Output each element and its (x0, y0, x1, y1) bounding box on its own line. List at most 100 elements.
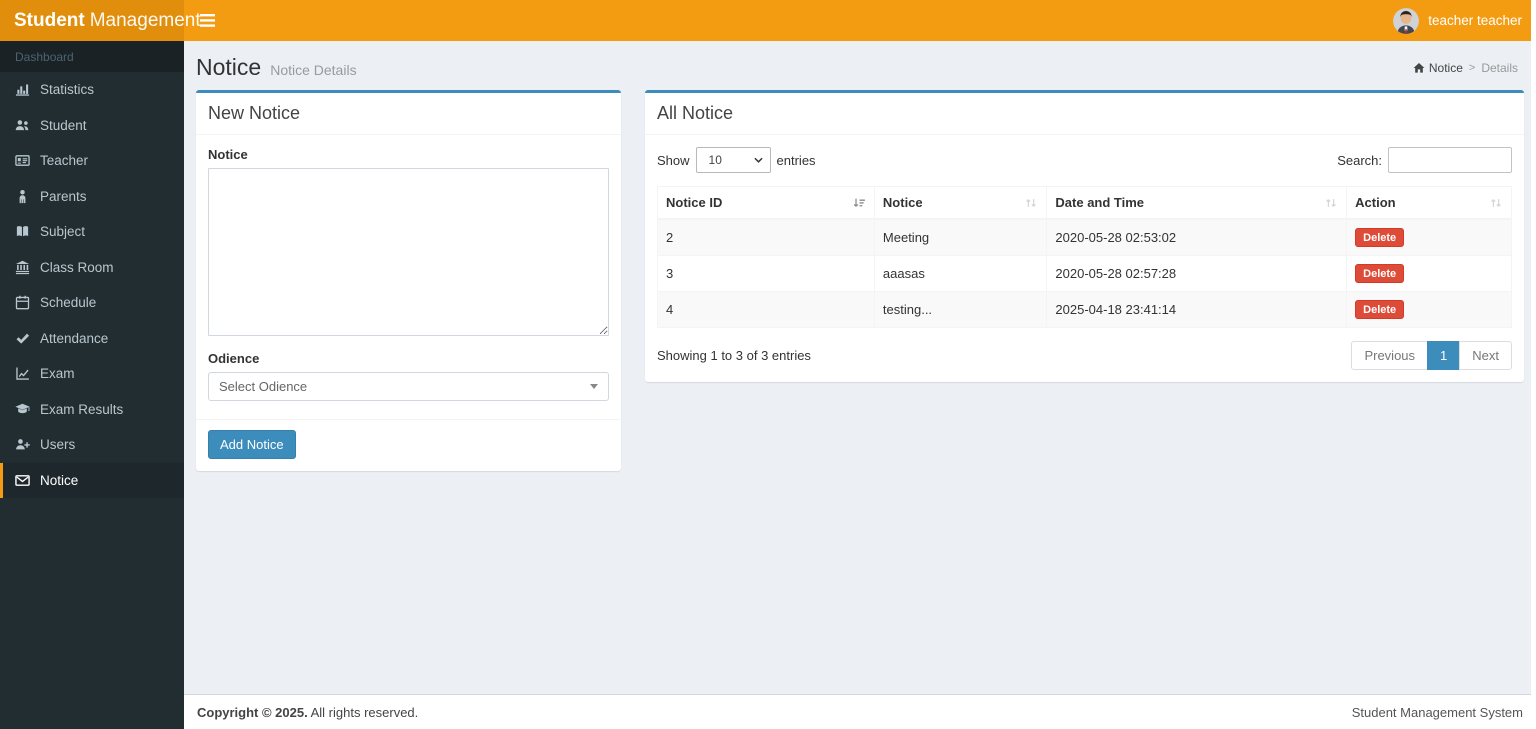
sidebar-menu: Statistics Student Teacher Parents Subje… (0, 72, 184, 498)
brand-logo[interactable]: Student Management (0, 0, 201, 41)
sidebar-item-attendance[interactable]: Attendance (0, 321, 184, 357)
delete-button[interactable]: Delete (1355, 264, 1405, 283)
cell-notice-id: 3 (657, 255, 875, 292)
breadcrumb-section-link[interactable]: Notice (1413, 61, 1463, 75)
cell-datetime: 2025-04-18 23:41:14 (1046, 291, 1348, 328)
delete-button[interactable]: Delete (1355, 300, 1405, 319)
hamburger-icon (200, 14, 215, 27)
cell-action: Delete (1346, 255, 1512, 292)
id-card-icon (15, 155, 30, 167)
breadcrumb: Notice > Details (1413, 61, 1518, 75)
page-subtitle: Notice Details (270, 62, 357, 78)
notice-field-label: Notice (208, 147, 248, 162)
user-name: teacher teacher (1428, 13, 1522, 28)
cell-notice: Meeting (873, 218, 1048, 256)
sidebar-item-exam-results[interactable]: Exam Results (0, 392, 184, 428)
new-notice-card: New Notice Notice Odience Select Odience… (196, 90, 621, 471)
sidebar-item-teacher[interactable]: Teacher (0, 143, 184, 179)
sidebar-section-header: Dashboard (0, 41, 184, 72)
notice-textarea[interactable] (208, 168, 609, 336)
chevron-down-icon (590, 384, 598, 389)
navbar: teacher teacher (184, 0, 1536, 41)
sidebar-item-subject[interactable]: Subject (0, 214, 184, 250)
copyright-bold: Copyright © 2025. (197, 704, 308, 720)
copyright: Copyright © 2025. All rights reserved. (197, 705, 418, 720)
pagination-previous[interactable]: Previous (1351, 341, 1429, 370)
sidebar-item-label: Attendance (40, 330, 109, 346)
sidebar-item-label: Teacher (40, 153, 89, 169)
cell-notice-id: 4 (657, 291, 875, 328)
table-header-row: Notice ID Notice Date and Time Action (657, 186, 1512, 220)
calendar-icon (15, 296, 30, 310)
audience-field-label: Odience (208, 351, 260, 366)
sort-asc-icon (853, 198, 865, 207)
bar-chart-icon (15, 84, 30, 96)
pagination: Previous 1 Next (1351, 341, 1512, 370)
cell-datetime: 2020-05-28 02:53:02 (1046, 218, 1348, 256)
user-menu[interactable]: teacher teacher (1393, 0, 1536, 41)
sidebar-item-label: Schedule (40, 295, 97, 311)
table-row: 4 testing... 2025-04-18 23:41:14 Delete (657, 291, 1512, 328)
delete-button[interactable]: Delete (1355, 228, 1405, 247)
sidebar-item-label: Class Room (40, 259, 114, 275)
sidebar-item-parents[interactable]: Parents (0, 179, 184, 215)
breadcrumb-separator: > (1468, 61, 1476, 74)
datatable-footer: Showing 1 to 3 of 3 entries Previous 1 N… (657, 341, 1512, 370)
home-icon (1413, 62, 1425, 73)
entries-label: entries (776, 152, 816, 168)
audience-select[interactable]: Select Odience (208, 372, 609, 401)
pagination-page-1[interactable]: 1 (1427, 341, 1461, 370)
sort-both-icon (1326, 198, 1337, 207)
column-header-notice-id[interactable]: Notice ID (657, 186, 875, 220)
sidebar-item-label: Statistics (40, 82, 95, 98)
users-icon (15, 120, 29, 130)
book-icon (16, 226, 29, 237)
cell-datetime: 2020-05-28 02:57:28 (1046, 255, 1348, 292)
column-header-notice[interactable]: Notice (873, 186, 1048, 220)
pagination-next[interactable]: Next (1459, 341, 1512, 370)
footer-app-name: Student Management System (1351, 704, 1523, 720)
cell-action: Delete (1346, 291, 1512, 328)
all-notice-card: All Notice Show 10 entries Search: Notic… (645, 90, 1524, 382)
sidebar-item-student[interactable]: Student (0, 108, 184, 144)
sidebar-item-notice[interactable]: Notice (0, 462, 184, 498)
all-notice-card-title: All Notice (645, 93, 1524, 135)
person-icon (19, 189, 26, 203)
table-row: 2 Meeting 2020-05-28 02:53:02 Delete (657, 218, 1512, 256)
page-length-select[interactable]: 10 (695, 147, 771, 173)
sidebar-item-label: Exam Results (40, 401, 124, 417)
user-plus-icon (16, 439, 30, 450)
sidebar-item-schedule[interactable]: Schedule (0, 285, 184, 321)
line-chart-icon (16, 367, 29, 380)
sidebar-item-exam[interactable]: Exam (0, 356, 184, 392)
page-length-value: 10 (708, 153, 722, 167)
add-notice-button[interactable]: Add Notice (208, 430, 296, 459)
page-header: Notice Notice Details Notice > Details (184, 41, 1536, 90)
cell-action: Delete (1346, 218, 1512, 256)
page-footer: Copyright © 2025. All rights reserved. S… (184, 694, 1536, 729)
sidebar-item-label: Parents (40, 188, 87, 204)
column-header-action[interactable]: Action (1346, 186, 1512, 220)
brand-bold: Student (14, 9, 85, 31)
sidebar-item-statistics[interactable]: Statistics (0, 72, 184, 108)
sort-both-icon (1491, 198, 1501, 207)
scrollbar-track[interactable] (1531, 0, 1536, 729)
brand-light: Management (89, 9, 201, 31)
sidebar-item-users[interactable]: Users (0, 427, 184, 463)
sidebar-item-label: Student (40, 117, 87, 133)
page-title-text: Notice (196, 54, 262, 80)
new-notice-form: Notice Odience Select Odience (196, 135, 621, 419)
new-notice-card-title: New Notice (196, 93, 621, 135)
show-label: Show (657, 152, 690, 168)
sidebar-item-class-room[interactable]: Class Room (0, 250, 184, 286)
breadcrumb-section-label: Notice (1428, 60, 1463, 75)
sidebar-item-label: Users (40, 437, 76, 453)
search-control: Search: (1337, 147, 1512, 173)
page-title: Notice Notice Details (196, 54, 357, 81)
sidebar: Dashboard Statistics Student Teacher Par… (0, 41, 184, 729)
cell-notice: testing... (873, 291, 1048, 328)
column-header-date-time[interactable]: Date and Time (1046, 186, 1348, 220)
table-row: 3 aaasas 2020-05-28 02:57:28 Delete (657, 255, 1512, 292)
search-input[interactable] (1388, 147, 1512, 173)
check-icon (16, 333, 30, 344)
